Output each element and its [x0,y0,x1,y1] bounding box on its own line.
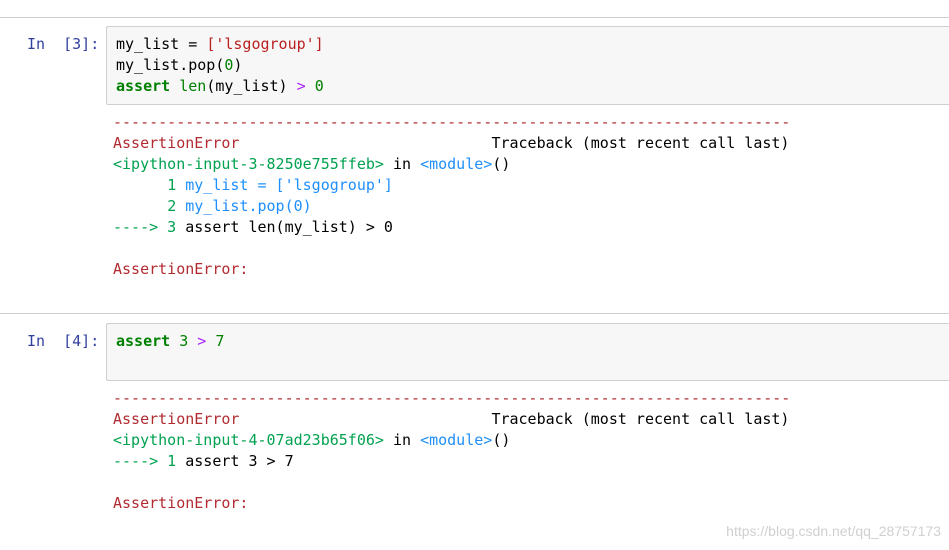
code-input-area[interactable]: my_list = ['lsgogroup'] my_list.pop(0) a… [106,26,949,105]
traceback-module: <module> [420,155,493,173]
traceback-arrow: ----> [113,218,159,236]
traceback-code: my_list = ['lsgogroup'] [176,176,393,194]
code-number: 0 [314,77,324,95]
traceback-lineno: 1 [167,176,177,194]
top-divider [0,17,949,18]
code-line-3: assert len(my_list) > 0 [116,76,324,97]
code-args: (my_list) [206,77,288,95]
traceback-arrow [113,176,167,194]
traceback-arrow [113,197,167,215]
input-prompt: In [3]: [27,35,100,53]
code-line-2: my_list.pop(0) [116,55,242,76]
code-string-close: '] [305,35,324,53]
traceback-in: in [383,431,421,449]
notebook-cell-4[interactable]: In [4]: assert 3 > 7 -------------------… [0,323,949,533]
code-keyword: assert [116,332,171,350]
code-line-1: my_list = ['lsgogroup'] [116,34,324,55]
traceback-dashes: ----------------------------------------… [113,113,791,131]
code-assign: = [179,35,207,53]
traceback-lineno: 1 [158,452,177,470]
error-output: ----------------------------------------… [113,112,943,282]
input-prompt: In [4]: [27,332,100,350]
error-name: AssertionError [113,410,240,428]
traceback-label: Traceback (most recent call last) [491,134,790,152]
traceback-line-current: ----> 1 assert 3 > 7 [113,451,294,472]
traceback-label: Traceback (most recent call last) [491,410,790,428]
code-input-area[interactable]: assert 3 > 7 [106,323,949,381]
code-line-1: assert 3 > 7 [116,331,224,352]
traceback-line: 1 my_list = ['lsgogroup'] [113,175,393,196]
traceback-line: 2 my_list.pop(0) [113,196,312,217]
code-call: my_list.pop( [116,56,225,74]
code-number: 7 [215,332,225,350]
traceback-in: in [383,155,421,173]
code-call-close: ) [233,56,243,74]
code-string-open: [' [206,35,225,53]
code-builtin: len [179,77,207,95]
traceback-location: <ipython-input-4-07ad23b65f06> in <modul… [113,430,510,451]
watermark: https://blog.csdn.net/qq_28757173 [726,523,941,539]
error-name: AssertionError [113,134,240,152]
traceback-code: my_list.pop(0) [176,197,312,215]
traceback-file: <ipython-input-4-07ad23b65f06> [113,431,384,449]
code-number: 3 [179,332,189,350]
code-var: my_list [116,35,180,53]
cell-divider [0,313,949,314]
traceback-paren: () [492,431,511,449]
traceback-file: <ipython-input-3-8250e755ffeb> [113,155,384,173]
final-error: AssertionError: [113,494,249,512]
traceback-header: AssertionError Traceback (most recent cal… [113,409,789,430]
error-output: ----------------------------------------… [113,388,943,518]
code-keyword: assert [116,77,171,95]
code-string: lsgogroup [224,35,306,53]
traceback-lineno: 3 [158,218,177,236]
notebook-cell-3[interactable]: In [3]: my_list = ['lsgogroup'] my_list.… [0,26,949,306]
traceback-code: assert len(my_list) > 0 [176,218,393,236]
traceback-location: <ipython-input-3-8250e755ffeb> in <modul… [113,154,510,175]
code-operator: > [188,332,216,350]
traceback-dashes: ----------------------------------------… [113,389,791,407]
code-operator: > [287,77,315,95]
traceback-module: <module> [420,431,493,449]
traceback-lineno: 2 [167,197,177,215]
traceback-paren: () [492,155,511,173]
traceback-arrow: ----> [113,452,159,470]
traceback-line-current: ----> 3 assert len(my_list) > 0 [113,217,393,238]
traceback-header: AssertionError Traceback (most recent cal… [113,133,789,154]
traceback-code: assert 3 > 7 [176,452,294,470]
final-error: AssertionError: [113,260,249,278]
